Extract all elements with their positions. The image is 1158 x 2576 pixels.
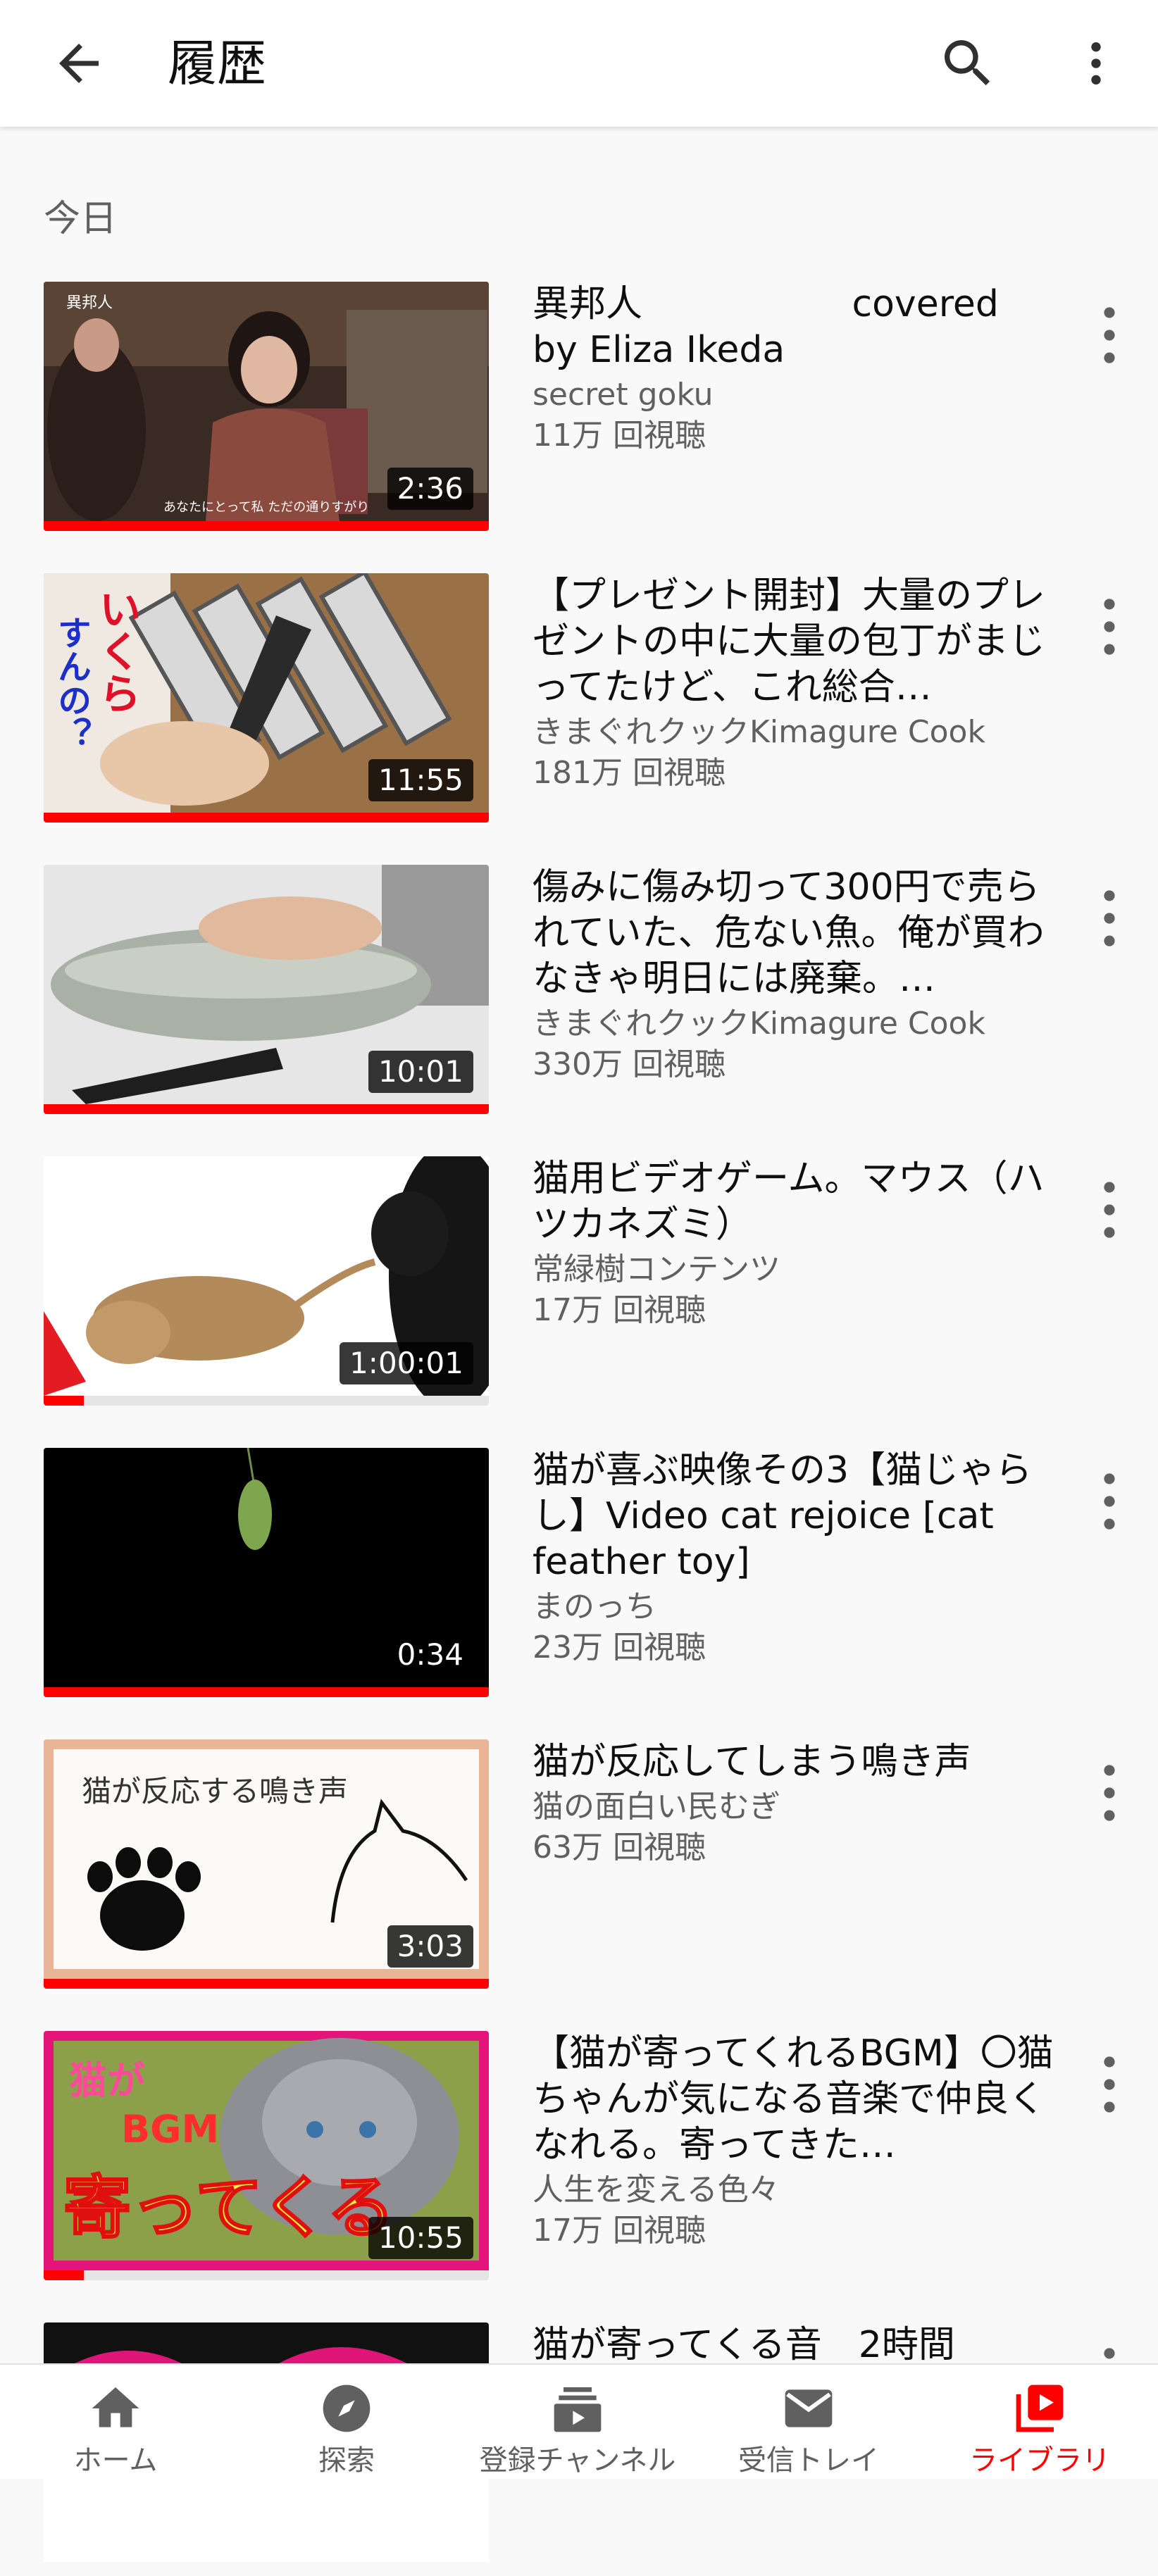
watch-progress-fill [44, 2270, 84, 2280]
video-title[interactable]: 異邦人 covered by Eliza Ikeda [533, 282, 1054, 373]
video-thumbnail[interactable]: 0:34 [44, 1448, 489, 1697]
view-count: 17万 回視聴 [533, 2213, 706, 2249]
video-thumbnail[interactable]: いくら すんの？ 11:55 [44, 573, 489, 823]
thumbnail-overlay: すんの？ [51, 615, 91, 751]
video-thumbnail[interactable]: 異邦人 あなたにとって私 ただの通りすがり 2:36 [44, 282, 489, 531]
view-count: 11万 回視聴 [533, 418, 706, 454]
nav-label: 受信トレイ [738, 2444, 879, 2477]
video-title[interactable]: 猫用ビデオゲーム。マウス（ハツカネズミ） [533, 1156, 1054, 1248]
arrow-back-icon[interactable] [49, 34, 108, 93]
view-count: 17万 回視聴 [533, 1292, 706, 1328]
thumbnail-caption: あなたにとって私 ただの通りすがり [163, 500, 370, 515]
watch-progress-fill [44, 813, 489, 823]
more-vert-icon[interactable] [1085, 1175, 1134, 1245]
duration-badge: 2:36 [387, 468, 473, 510]
channel-name: 猫の面白い民むぎ [533, 1789, 780, 1825]
duration-badge: 11:55 [368, 759, 473, 801]
search-icon[interactable] [937, 32, 999, 94]
home-icon [92, 2387, 139, 2427]
watch-progress [44, 521, 489, 531]
thumbnail-overlay: 猫が [69, 2058, 145, 2103]
watch-progress [44, 1687, 489, 1697]
channel-name: 人生を変える色々 [533, 2172, 780, 2208]
nav-item-explore[interactable]: 探索 [231, 2365, 462, 2479]
watch-progress [44, 813, 489, 823]
history-item[interactable]: 0:34 猫が喜ぶ映像その3【猫じゃらし】Video cat rejoice [… [0, 1448, 1158, 1701]
history-item[interactable]: 異邦人 あなたにとって私 ただの通りすがり 2:36 異邦人 covered b… [0, 282, 1158, 535]
watch-progress-fill [44, 521, 489, 531]
nav-label: ホーム [73, 2444, 158, 2477]
more-vert-icon[interactable] [1085, 592, 1134, 662]
duration-badge: 10:01 [368, 1051, 473, 1093]
more-vert-icon[interactable] [1085, 300, 1134, 370]
nav-item-library[interactable]: ライブラリ [924, 2365, 1155, 2479]
duration-badge: 0:34 [387, 1634, 473, 1676]
duration-badge: 10:55 [368, 2217, 473, 2259]
nav-label: 探索 [318, 2444, 375, 2477]
view-count: 330万 回視聴 [533, 1046, 726, 1082]
nav-label: 登録チャンネル [479, 2444, 676, 2477]
video-title[interactable]: 傷みに傷み切って300円で売られていた、危ない魚。俺が買わなきゃ明日には廃棄。… [533, 865, 1054, 1002]
watch-progress [44, 1979, 489, 1989]
watch-progress [44, 1396, 489, 1406]
watch-progress-fill [44, 1396, 84, 1406]
history-item[interactable]: 猫が反応する鳴き声 3:03 猫が反応してしまう鳴き声 猫の面白い民むぎ 63万… [0, 1739, 1158, 1993]
thumbnail-overlay: BGM [121, 2107, 220, 2151]
nav-item-subscriptions[interactable]: 登録チャンネル [462, 2365, 693, 2479]
channel-name: 常緑樹コンテンツ [533, 1251, 780, 1287]
subscriptions-icon [554, 2387, 602, 2432]
view-count: 63万 回視聴 [533, 1830, 706, 1865]
page-title: 履歴 [168, 35, 266, 92]
video-title[interactable]: 【猫が寄ってくれるBGM】〇猫ちゃんが気になる音楽で仲良くなれる。寄ってきた… [533, 2031, 1054, 2168]
thumbnail-caption: 猫が反応する鳴き声 [82, 1774, 349, 1808]
duration-badge: 3:03 [387, 1925, 473, 1968]
channel-name: secret goku [533, 377, 714, 413]
history-item[interactable]: 1:00:01 猫用ビデオゲーム。マウス（ハツカネズミ） 常緑樹コンテンツ 17… [0, 1156, 1158, 1410]
section-heading-today: 今日 [44, 198, 118, 240]
inbox-icon [785, 2389, 833, 2427]
video-title[interactable]: 猫が寄ってくる音 2時間 [533, 2322, 1054, 2368]
video-thumbnail[interactable]: 1:00:01 [44, 1156, 489, 1406]
nav-item-inbox[interactable]: 受信トレイ [693, 2365, 924, 2479]
video-title[interactable]: 猫が反応してしまう鳴き声 [533, 1739, 1054, 1785]
view-count: 23万 回視聴 [533, 1630, 706, 1665]
channel-name: まのっち [533, 1589, 656, 1625]
channel-name: きまぐれクックKimagure Cook [533, 714, 985, 750]
more-vert-icon[interactable] [1085, 1758, 1134, 1828]
duration-badge: 1:00:01 [340, 1342, 473, 1384]
watch-progress [44, 1104, 489, 1114]
video-title[interactable]: 猫が喜ぶ映像その3【猫じゃらし】Video cat rejoice [cat f… [533, 1448, 1054, 1585]
more-vert-icon[interactable] [1085, 883, 1134, 954]
history-item[interactable]: いくら すんの？ 11:55 【プレゼント開封】大量のプレゼントの中に大量の包丁… [0, 573, 1158, 827]
more-vert-icon[interactable] [1085, 2049, 1134, 2120]
view-count: 181万 回視聴 [533, 755, 726, 791]
video-thumbnail[interactable]: 猫が反応する鳴き声 3:03 [44, 1739, 489, 1989]
watch-progress [44, 2270, 489, 2280]
explore-icon [323, 2384, 371, 2432]
more-vert-icon[interactable] [1068, 32, 1124, 94]
watch-progress-fill [44, 1687, 489, 1697]
history-item[interactable]: 10:01 傷みに傷み切って300円で売られていた、危ない魚。俺が買わなきゃ明日… [0, 865, 1158, 1118]
watch-progress-fill [44, 1104, 489, 1114]
nav-item-home[interactable]: ホーム [0, 2365, 231, 2479]
watch-progress-fill [44, 1979, 489, 1989]
video-title[interactable]: 【プレゼント開封】大量のプレゼントの中に大量の包丁がまじってたけど、これ総合… [533, 573, 1054, 711]
app-bar: 履歴 [0, 0, 1158, 127]
more-vert-icon[interactable] [1085, 1466, 1134, 1537]
library-icon [1016, 2384, 1064, 2432]
channel-name: きまぐれクックKimagure Cook [533, 1006, 985, 1042]
thumbnail-tag: 異邦人 [66, 294, 113, 312]
thumbnail-overlay: 寄ってくる [62, 2168, 395, 2248]
bottom-navigation: ホーム 探索 登録チャンネル 受信トレイ ライブラリ [0, 2363, 1158, 2479]
video-thumbnail[interactable]: 猫が BGM 寄ってくる 10:55 [44, 2031, 489, 2280]
nav-label: ライブラリ [969, 2444, 1110, 2477]
history-item[interactable]: 猫が BGM 寄ってくる 10:55 【猫が寄ってくれるBGM】〇猫ちゃんが気に… [0, 2031, 1158, 2284]
video-thumbnail[interactable]: 10:01 [44, 865, 489, 1114]
